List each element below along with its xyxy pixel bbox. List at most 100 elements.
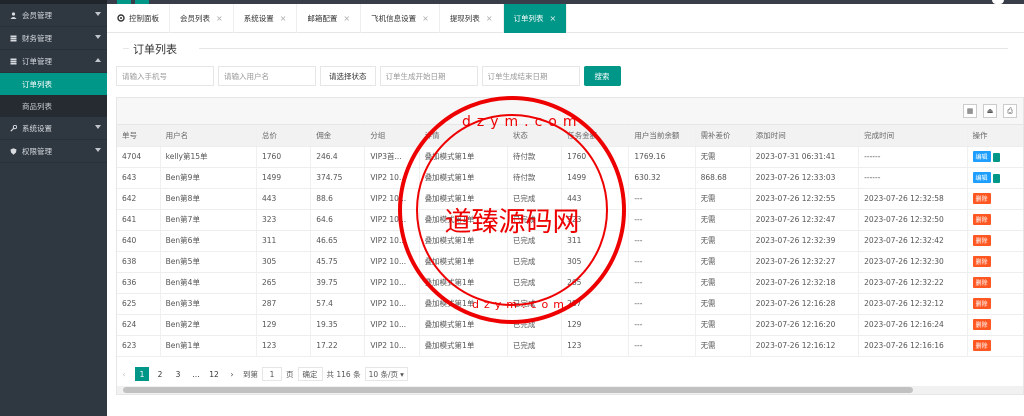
close-icon[interactable]: ×: [280, 14, 287, 23]
sidebar-item-label: 财务管理: [22, 33, 52, 43]
table-cell: 287: [256, 293, 312, 315]
page-number[interactable]: 3: [171, 367, 185, 381]
export-icon[interactable]: ⏏: [983, 104, 997, 118]
tab-order-list[interactable]: 订单列表 ×: [503, 4, 568, 33]
page-size-select[interactable]: 10 条/页 ▾: [364, 367, 408, 381]
tab-member-list[interactable]: 会员列表 ×: [170, 4, 234, 33]
column-header: 总价: [256, 125, 312, 147]
page-title-fieldset: 订单列表: [123, 41, 1008, 57]
table-cell: Ben第6单: [160, 230, 258, 252]
goto-page-input[interactable]: 1: [262, 367, 282, 381]
tab-telegram-settings[interactable]: 飞机信息设置 ×: [361, 4, 440, 33]
sidebar-subitem-order-list[interactable]: 订单列表: [0, 73, 107, 95]
delete-button[interactable]: 删除: [972, 256, 991, 267]
start-date-input[interactable]: 订单生成开始日期: [379, 66, 478, 86]
close-icon[interactable]: ×: [422, 14, 429, 23]
table-row: 640 Ben第6单 311 46.65 VIP2 10... 叠加模式第1单 已完成 311…: [117, 230, 1023, 252]
column-header: 单号: [117, 125, 161, 147]
table-cell: 2023-07-26 12:32:39: [750, 230, 860, 252]
sidebar-item-members[interactable]: 会员管理: [0, 4, 107, 27]
page-number[interactable]: 2: [153, 367, 167, 381]
close-icon[interactable]: ×: [216, 14, 223, 23]
tab-label: 飞机信息设置: [371, 14, 417, 23]
table-cell: kelly第15单: [160, 146, 258, 168]
status-select[interactable]: 请选择状态: [320, 66, 376, 86]
table-cell: 无需: [695, 188, 751, 210]
sidebar-item-permissions[interactable]: 权限管理: [0, 140, 107, 163]
chevron-down-icon: [95, 12, 101, 16]
table-cell: 129: [256, 314, 312, 336]
tab-mail-config[interactable]: 邮箱配置 ×: [297, 4, 362, 33]
tab-withdraw-list[interactable]: 提现列表 ×: [440, 4, 504, 33]
search-button[interactable]: 搜索: [583, 66, 621, 86]
table-cell: 已完成: [507, 188, 563, 210]
sidebar-item-label: 会员管理: [22, 10, 52, 20]
table-cell: 643: [117, 167, 161, 189]
print-icon[interactable]: ⎙: [1003, 104, 1017, 118]
delete-button[interactable]: 删除: [972, 193, 991, 204]
action-button[interactable]: [992, 153, 1001, 162]
close-icon[interactable]: ×: [343, 14, 350, 23]
table-cell: 叠加模式第1单: [419, 209, 508, 231]
page-tabs: 控制面板 会员列表 × 系统设置 × 邮箱配置 × 飞机信息设置 × 提现列表 …: [107, 4, 1024, 33]
scrollbar-thumb[interactable]: [123, 387, 913, 393]
table-cell: 2023-07-26 12:32:27: [750, 251, 860, 273]
sidebar-item-system[interactable]: 系统设置: [0, 117, 107, 140]
table-cell: 2023-07-26 12:16:28: [750, 293, 860, 315]
table-cell: 1499: [561, 167, 630, 189]
column-header: 操作: [967, 125, 1023, 147]
tab-label: 订单列表: [513, 14, 544, 23]
table-cell: VIP2 10...: [364, 251, 420, 273]
search-form: 请输入手机号 请输入用户名 请选择状态 订单生成开始日期 订单生成结束日期 搜索: [116, 66, 621, 86]
table-cell: 638: [117, 251, 161, 273]
page-ellipsis: ...: [192, 369, 200, 379]
table-cell: 无需: [695, 335, 751, 357]
goto-confirm-button[interactable]: 确定: [297, 367, 323, 381]
table-cell: 叠加模式第1单: [419, 293, 508, 315]
table-row: 624 Ben第2单 129 19.35 VIP2 10... 叠加模式第1单 已完成 129…: [117, 314, 1023, 336]
columns-icon[interactable]: ▦: [963, 104, 977, 118]
delete-button[interactable]: 删除: [972, 235, 991, 246]
table-cell: 311: [561, 230, 630, 252]
delete-button[interactable]: 删除: [972, 319, 991, 330]
table-cell: 无需: [695, 272, 751, 294]
edit-button[interactable]: 编辑: [972, 151, 991, 162]
table-cell: 叠加模式第1单: [419, 146, 508, 168]
end-date-input[interactable]: 订单生成结束日期: [481, 66, 580, 86]
sidebar-item-finance[interactable]: 财务管理: [0, 27, 107, 50]
table-cell: 2023-07-26 12:32:50: [858, 209, 968, 231]
close-icon[interactable]: ×: [486, 14, 493, 23]
phone-input[interactable]: 请输入手机号: [116, 66, 214, 86]
tab-dashboard[interactable]: 控制面板: [107, 4, 170, 33]
page-number[interactable]: 12: [207, 367, 221, 381]
table-cell: 305: [256, 251, 312, 273]
delete-button[interactable]: 删除: [972, 298, 991, 309]
table-cell: 623: [117, 335, 161, 357]
table-cell: VIP2 10...: [364, 272, 420, 294]
table-row: 623 Ben第1单 123 17.22 VIP2 10... 叠加模式第1单 已完成 123…: [117, 335, 1023, 357]
main-content: 订单列表 请输入手机号 请输入用户名 请选择状态 订单生成开始日期 订单生成结束…: [107, 33, 1024, 416]
table-cell: 305: [561, 251, 630, 273]
username-input[interactable]: 请输入用户名: [218, 66, 316, 86]
delete-button[interactable]: 删除: [972, 214, 991, 225]
table-cell: 1769.16: [628, 146, 696, 168]
table-cell: 2023-07-26 12:16:24: [858, 314, 968, 336]
delete-button[interactable]: 删除: [972, 277, 991, 288]
next-page-icon[interactable]: ›: [225, 367, 239, 381]
table-cell: 246.4: [310, 146, 366, 168]
prev-page-icon[interactable]: ‹: [117, 367, 131, 381]
sidebar-item-orders[interactable]: 订单管理: [0, 50, 107, 73]
table-cell-actions: 删除: [967, 293, 1023, 315]
pagination: ‹ 1 2 3 ... 12 › 到第 1 页 确定 共 116 条 10 条/…: [117, 367, 408, 381]
page-number[interactable]: 1: [135, 367, 149, 381]
table-cell: 无需: [695, 209, 751, 231]
action-button[interactable]: [992, 174, 1001, 183]
delete-button[interactable]: 删除: [972, 340, 991, 351]
table-cell: 642: [117, 188, 161, 210]
tab-system-settings[interactable]: 系统设置 ×: [234, 4, 298, 33]
edit-button[interactable]: 编辑: [972, 172, 991, 183]
horizontal-scrollbar[interactable]: [117, 386, 1023, 394]
table-cell: VIP2 10...: [364, 209, 420, 231]
sidebar-subitem-product-list[interactable]: 商品列表: [0, 95, 107, 117]
close-icon[interactable]: ×: [550, 14, 557, 23]
